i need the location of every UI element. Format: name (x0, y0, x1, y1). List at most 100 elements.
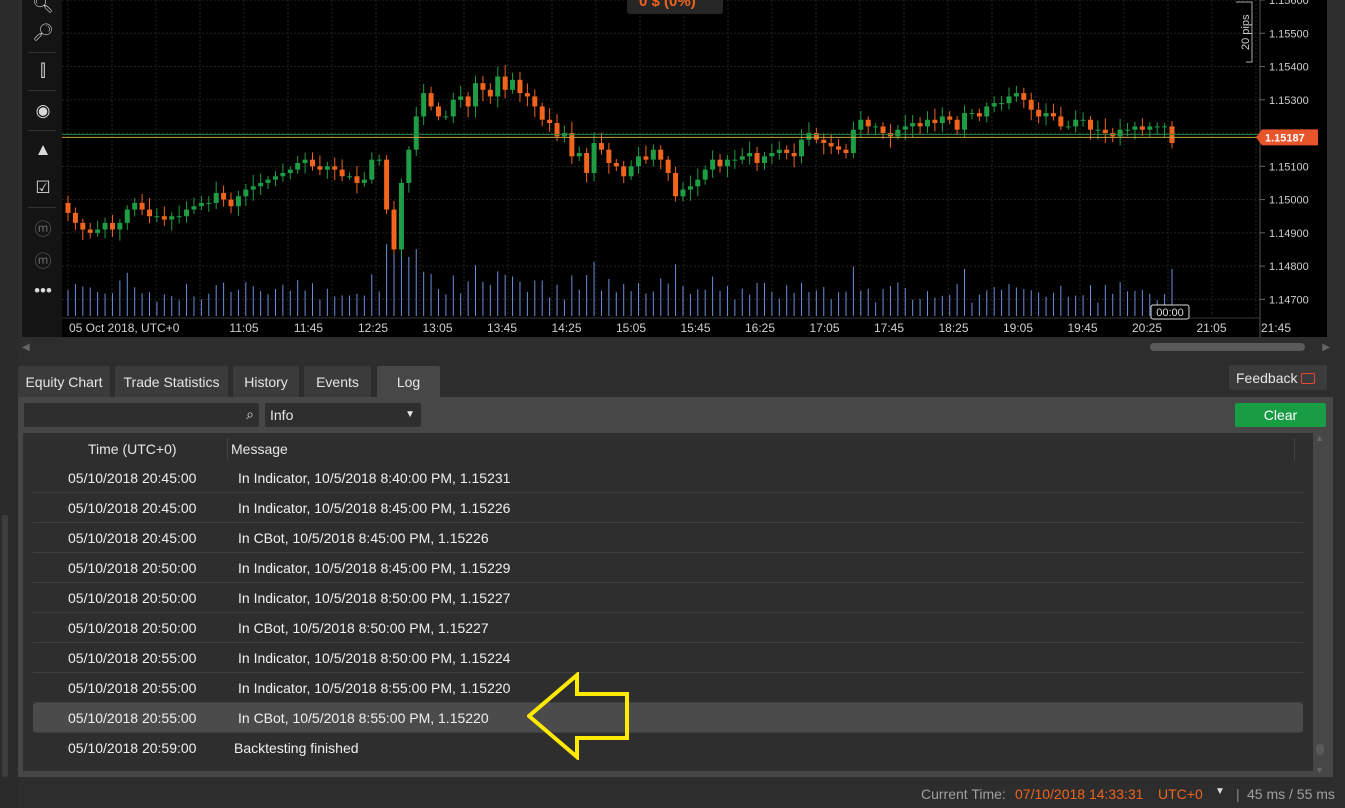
scroll-thumb[interactable] (1150, 343, 1305, 351)
latency-value: 45 ms / 55 ms (1247, 786, 1335, 802)
candle-up (258, 182, 264, 187)
candle-up (398, 182, 404, 250)
candle-down (1050, 113, 1056, 117)
y-axis-label: 1.14800 (1269, 261, 1309, 273)
zoom-out-icon[interactable]: 🔎︎ (30, 20, 56, 46)
candle-up (169, 216, 175, 220)
candle-down (139, 202, 145, 210)
scroll-right-icon[interactable]: ▶ (1322, 342, 1330, 353)
log-vertical-scrollbar[interactable]: ▲ ▼ (1313, 433, 1327, 775)
column-header-time[interactable]: Time (UTC+0) (88, 441, 177, 457)
candle-up (1147, 126, 1153, 130)
candle-up (95, 229, 101, 233)
candle-up (873, 126, 879, 128)
candle-up (235, 196, 241, 207)
candle-down (1028, 99, 1034, 110)
scroll-up-icon[interactable]: ▲ (1315, 433, 1324, 443)
candle-up (361, 179, 367, 183)
search-icon[interactable]: ⌕ (246, 406, 254, 423)
chevron-down-icon[interactable]: ▼ (1215, 786, 1225, 797)
candle-down (1102, 129, 1108, 134)
candle-up (495, 76, 501, 97)
drawing-tools-icon[interactable]: ▲ (30, 137, 56, 163)
log-message: In CBot, 10/5/2018 8:55:00 PM, 1.15220 (238, 710, 489, 726)
tab-trade-statistics[interactable]: Trade Statistics (115, 366, 228, 397)
candle-down (547, 119, 553, 124)
log-rows: 05/10/2018 20:45:00 In Indicator, 10/5/20… (33, 463, 1303, 763)
candle-up (732, 159, 738, 161)
candle-up (991, 103, 997, 107)
candle-down (317, 166, 323, 170)
log-row[interactable]: 05/10/2018 20:50:00 In Indicator, 10/5/20… (33, 553, 1303, 583)
indicators-icon[interactable]: ◉ (30, 98, 56, 124)
left-scrollbar[interactable] (2, 515, 8, 777)
column-divider[interactable] (1294, 438, 1295, 460)
log-row[interactable]: 05/10/2018 20:50:00 In Indicator, 10/5/20… (33, 583, 1303, 613)
candle-down (147, 209, 153, 217)
candle-up (724, 159, 730, 167)
candle-down (643, 156, 649, 160)
candle-up (154, 216, 160, 218)
tab-events[interactable]: Events (304, 366, 371, 397)
candlestick-type-icon[interactable]: ⫿ (30, 58, 56, 84)
timeframe-m5-icon[interactable]: ⓜ (30, 246, 56, 272)
tab-log[interactable]: Log (377, 366, 440, 397)
candle-down (1087, 119, 1093, 130)
candle-up (1006, 96, 1012, 104)
candle-up (858, 119, 864, 130)
tab-history[interactable]: History (233, 366, 299, 397)
column-divider[interactable] (227, 438, 228, 460)
scroll-left-icon[interactable]: ◀ (22, 342, 30, 353)
candle-up (924, 119, 930, 127)
log-row[interactable]: 05/10/2018 20:45:00 In Indicator, 10/5/20… (33, 463, 1303, 493)
x-axis-label: 11:45 (294, 321, 323, 335)
candle-down (435, 106, 441, 117)
x-axis-label: 21:05 (1196, 321, 1226, 335)
log-row-selected[interactable]: 05/10/2018 20:55:00 In CBot, 10/5/2018 8:… (33, 703, 1303, 733)
zoom-in-icon[interactable]: 🔍︎ (30, 0, 56, 18)
log-row[interactable]: 05/10/2018 20:50:00 In CBot, 10/5/2018 8:… (33, 613, 1303, 643)
log-row[interactable]: 05/10/2018 20:59:00 Backtesting finished (33, 733, 1303, 763)
candle-up (687, 186, 693, 190)
candle-up (1043, 113, 1049, 117)
candle-up (939, 116, 945, 124)
log-row[interactable]: 05/10/2018 20:45:00 In CBot, 10/5/2018 8:… (33, 523, 1303, 553)
log-message: In CBot, 10/5/2018 8:45:00 PM, 1.15226 (238, 530, 489, 546)
candle-up (1132, 126, 1138, 130)
log-row[interactable]: 05/10/2018 20:45:00 In Indicator, 10/5/20… (33, 493, 1303, 523)
candle-down (339, 169, 345, 177)
clear-button[interactable]: Clear (1235, 403, 1326, 427)
candle-down (1058, 116, 1064, 127)
y-axis-label: 1.15100 (1269, 161, 1309, 173)
candle-up (1065, 126, 1071, 128)
chart-horizontal-scrollbar[interactable]: ◀ ▶ (22, 339, 1330, 355)
candle-down (428, 93, 434, 107)
candle-down (310, 159, 316, 167)
y-axis-label: 1.14700 (1269, 294, 1309, 306)
scroll-thumb[interactable] (1316, 744, 1324, 755)
timezone-selector[interactable]: UTC+0 (1158, 786, 1203, 802)
candle-down (976, 113, 982, 117)
candle-up (184, 209, 190, 217)
more-options-icon[interactable]: ••• (30, 278, 56, 304)
log-level-select[interactable]: Info ▼ (265, 403, 421, 427)
timeframe-m1-icon[interactable]: ⓜ (30, 214, 56, 240)
candle-down (1036, 109, 1042, 117)
log-row[interactable]: 05/10/2018 20:55:00 In Indicator, 10/5/20… (33, 643, 1303, 673)
scroll-down-icon[interactable]: ▼ (1315, 765, 1324, 775)
price-chart[interactable]: 1.156001.155001.154001.153001.152001.151… (0, 0, 1345, 337)
candle-up (850, 129, 856, 154)
log-row[interactable]: 05/10/2018 20:55:00 In Indicator, 10/5/20… (33, 673, 1303, 703)
feedback-label: Feedback (1236, 369, 1298, 386)
feedback-button[interactable]: Feedback (1229, 365, 1327, 390)
candle-down (791, 153, 797, 157)
candle-down (1139, 126, 1145, 130)
tab-equity-chart[interactable]: Equity Chart (18, 366, 110, 397)
x-axis-label: 19:45 (1067, 321, 1097, 335)
trading-view-icon[interactable]: ☑ (30, 175, 56, 201)
column-header-message[interactable]: Message (231, 441, 288, 457)
scale-label: 20 pips (1240, 14, 1252, 50)
x-axis-label: 21:45 (1261, 321, 1291, 335)
log-search-input[interactable]: ⌕ (24, 403, 259, 427)
candle-up (650, 149, 656, 160)
